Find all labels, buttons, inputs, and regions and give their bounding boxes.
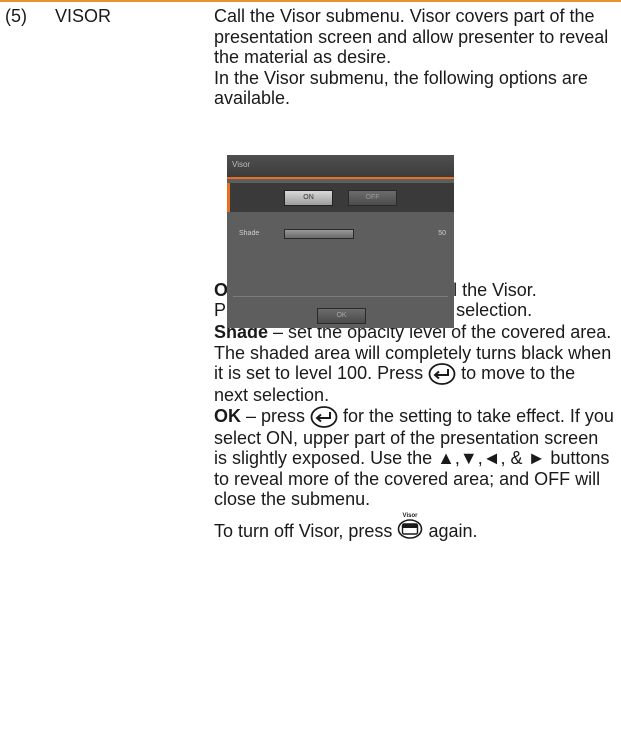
screenshot-title: Visor (232, 160, 251, 169)
intro-text: Call the Visor submenu. Visor covers par… (214, 6, 609, 67)
enter-icon (428, 363, 456, 385)
shade-label: Shade (239, 230, 260, 237)
screenshot-selected-marker (227, 183, 230, 212)
turnoff-after-text: again. (423, 520, 478, 541)
screenshot-title-bar: Visor (227, 155, 454, 177)
off-button[interactable]: OFF (348, 190, 397, 206)
enter-icon (310, 405, 338, 428)
visor-button-label: Visor (403, 513, 419, 519)
turnoff-text: To turn off Visor, press (214, 520, 398, 541)
visor-button-icon: Visor (398, 513, 423, 539)
shade-paragraph: Shade – set the opacity level of the cov… (214, 322, 614, 406)
visor-screenshot: Visor ON OFF Shade 50 OK (227, 155, 454, 328)
ok-button[interactable]: OK (317, 308, 366, 324)
screenshot-divider (233, 296, 448, 297)
ok-term: OK (214, 405, 241, 426)
item-number: (5) (5, 6, 27, 26)
on-button[interactable]: ON (284, 190, 333, 206)
intro-text-2: In the Visor submenu, the following opti… (214, 67, 588, 109)
shade-slider[interactable] (284, 229, 354, 239)
top-rule (0, 0, 621, 2)
ok-paragraph: OK – press for the setting to take effec… (214, 406, 614, 510)
shade-value: 50 (438, 230, 446, 237)
item-title: VISOR (55, 6, 112, 26)
screenshot-accent-rule (227, 177, 454, 179)
ok-text: – press (241, 405, 311, 426)
screenshot-selected-row (227, 183, 454, 212)
turnoff-paragraph: To turn off Visor, press Visor again. (214, 510, 614, 542)
